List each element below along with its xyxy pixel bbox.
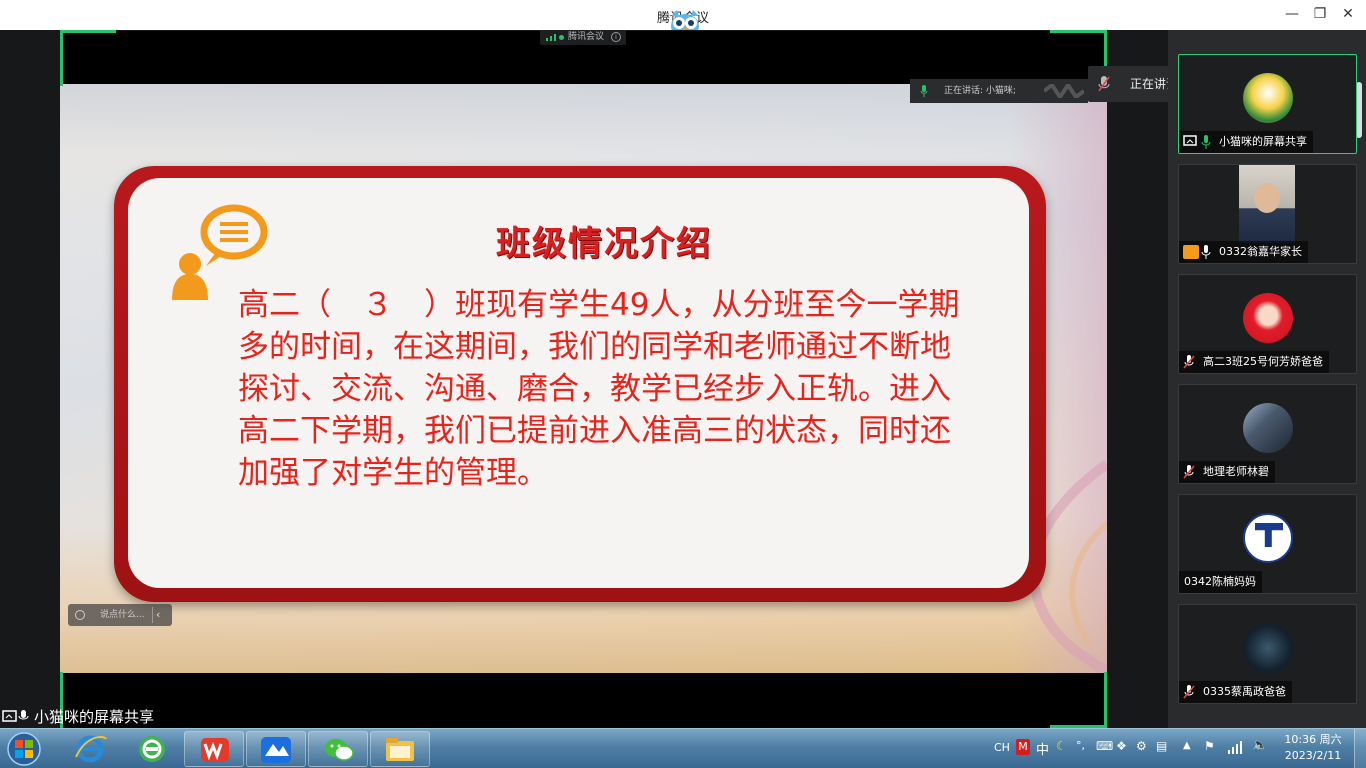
tencent-meeting-taskbar-icon[interactable]: [246, 731, 306, 767]
action-center-icon[interactable]: ⚑: [1204, 739, 1215, 753]
mic-on-icon: [1201, 245, 1211, 259]
ime-mode[interactable]: 中: [1036, 739, 1049, 758]
screen-share-icon: [1183, 135, 1197, 146]
share-owner-label: 小猫咪的屏幕共享: [0, 706, 170, 728]
ime-m-icon[interactable]: M: [1016, 739, 1030, 755]
emoji-icon[interactable]: [75, 610, 85, 620]
wps-office-icon[interactable]: [184, 731, 244, 767]
windows-taskbar: CH M 中 ☾ °, ⌨ ❖ ⚙ ▤ ▲ ⚑ 🔈 10:36 周六 2023/…: [0, 728, 1366, 768]
mic-on-icon: [1201, 135, 1211, 149]
avatar: [1243, 73, 1293, 123]
status-dot: [559, 35, 564, 40]
speaking-label-small: 正在讲话: 小猫咪;: [944, 86, 1016, 96]
participant-tile[interactable]: 地理老师林碧: [1178, 384, 1357, 484]
window-title-bar: 腾讯会议 — ❐ ✕: [0, 0, 1366, 38]
share-indicator-corner: [1050, 30, 1106, 33]
close-button[interactable]: ✕: [1334, 6, 1362, 24]
system-clock[interactable]: 10:36 周六 2023/2/11: [1278, 732, 1348, 764]
mic-muted-icon: [1183, 465, 1195, 479]
ime-tools-icon[interactable]: ⚙: [1136, 739, 1147, 753]
participant-label: 0335蔡禹政爸爸: [1179, 681, 1292, 703]
share-indicator-corner: [1104, 672, 1107, 728]
share-indicator-corner: [60, 30, 116, 33]
language-indicator[interactable]: CH: [994, 741, 1010, 754]
participant-label: 0332翁嘉华家长: [1179, 241, 1308, 263]
network-signal-icon[interactable]: [1228, 741, 1244, 754]
wechat-icon[interactable]: [308, 731, 368, 767]
avatar: [1243, 513, 1293, 563]
participant-tile[interactable]: 高二3班25号何芳娇爸爸: [1178, 274, 1357, 374]
volume-icon[interactable]: 🔈: [1252, 738, 1268, 753]
ime-toolbox-icon[interactable]: ▤: [1156, 739, 1167, 753]
show-desktop-button[interactable]: [1354, 729, 1366, 768]
participant-label: 0342陈楠妈妈: [1179, 571, 1262, 593]
participant-name: 0342陈楠妈妈: [1184, 575, 1256, 588]
360-browser-icon[interactable]: [122, 731, 182, 767]
ime-moon-icon[interactable]: ☾: [1056, 739, 1067, 753]
file-explorer-icon[interactable]: [370, 731, 430, 767]
tray-overflow-icon[interactable]: ▲: [1183, 740, 1191, 751]
meeting-info-pill[interactable]: 腾讯会议 i: [540, 30, 626, 45]
signal-icon: [546, 34, 556, 41]
user-icon: [1183, 245, 1199, 259]
waveform-icon: [1044, 84, 1084, 98]
avatar: [1243, 403, 1293, 453]
mic-muted-icon: [1098, 76, 1110, 92]
share-indicator-corner: [60, 30, 63, 86]
internet-explorer-icon[interactable]: [60, 731, 120, 767]
participant-name: 地理老师林碧: [1203, 465, 1269, 478]
participant-label: 地理老师林碧: [1179, 461, 1275, 483]
participant-label: 小猫咪的屏幕共享: [1179, 131, 1313, 153]
participant-tile[interactable]: 0342陈楠妈妈: [1178, 494, 1357, 594]
chat-input[interactable]: 说点什么... ‹: [68, 604, 172, 626]
mic-muted-icon: [1183, 685, 1195, 699]
participant-name: 0335蔡禹政爸爸: [1203, 685, 1286, 698]
presentation-slide: 班级情况介绍 高二（ ３ ）班现有学生49人，从分班至今一学期多的时间，在这期间…: [60, 84, 1107, 673]
participant-video: [1239, 165, 1295, 243]
keyboard-icon[interactable]: ⌨: [1096, 739, 1113, 753]
meeting-pill-label: 腾讯会议: [568, 32, 605, 42]
screen-share-icon: [2, 710, 29, 722]
avatar: [1243, 293, 1293, 343]
ime-punctuation[interactable]: °,: [1076, 739, 1085, 752]
participant-tile[interactable]: 0332翁嘉华家长: [1178, 164, 1357, 264]
participant-name: 0332翁嘉华家长: [1219, 245, 1302, 258]
ime-skin-icon[interactable]: ❖: [1116, 739, 1127, 753]
mic-muted-icon: [1183, 355, 1195, 369]
slide-title: 班级情况介绍: [496, 224, 712, 264]
minimize-button[interactable]: —: [1278, 6, 1306, 24]
participant-name: 小猫咪的屏幕共享: [1219, 135, 1307, 148]
collapse-chevron-icon[interactable]: ‹: [156, 604, 160, 626]
avatar: [1243, 623, 1293, 673]
slide-body-text: 高二（ ３ ）班现有学生49人，从分班至今一学期多的时间，在这期间，我们的同学和…: [238, 287, 960, 491]
clock-time: 10:36 周六: [1284, 733, 1342, 746]
start-menu-icon[interactable]: [4, 731, 44, 767]
share-owner-text: 小猫咪的屏幕共享: [34, 708, 155, 726]
speaking-indicator-small: 正在讲话: 小猫咪;: [910, 79, 1088, 103]
participant-tile[interactable]: 小猫咪的屏幕共享: [1178, 54, 1357, 154]
mic-on-icon: [920, 85, 928, 97]
participant-tile[interactable]: 0335蔡禹政爸爸: [1178, 604, 1357, 704]
chat-placeholder: 说点什么...: [100, 610, 145, 620]
participant-name: 高二3班25号何芳娇爸爸: [1203, 355, 1323, 368]
info-icon[interactable]: i: [611, 32, 621, 42]
maximize-button[interactable]: ❐: [1306, 6, 1334, 24]
clock-date: 2023/2/11: [1284, 749, 1342, 762]
participant-label: 高二3班25号何芳娇爸爸: [1179, 351, 1329, 373]
